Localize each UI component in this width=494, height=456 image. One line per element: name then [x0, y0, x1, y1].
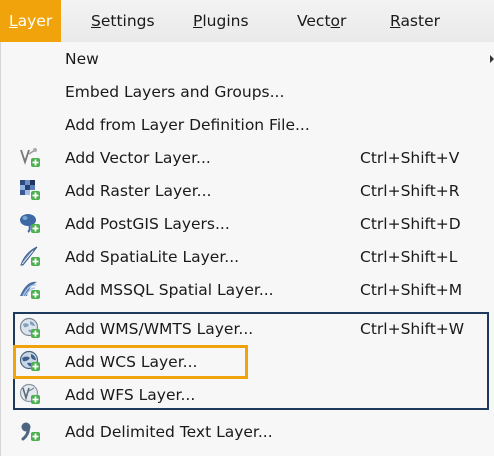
menu-item-label: Embed Layers and Groups... — [65, 83, 285, 101]
menu-vector[interactable]: Vector — [288, 0, 355, 42]
menu-item-label: Add PostGIS Layers... — [65, 215, 230, 233]
shortcut-label: Ctrl+Shift+R — [360, 182, 460, 200]
menu-settings[interactable]: Settings — [82, 0, 164, 42]
menu-item-label: Add SpatiaLite Layer... — [65, 248, 240, 266]
menu-item-add-mssql-layer[interactable]: Add MSSQL Spatial Layer... Ctrl+Shift+M — [0, 274, 494, 307]
shortcut-label: Ctrl+Shift+L — [360, 248, 458, 266]
menu-item-label: Add MSSQL Spatial Layer... — [65, 281, 274, 299]
menu-item-label: Add Raster Layer... — [65, 182, 212, 200]
wfs-icon — [19, 383, 41, 405]
delimited-text-icon — [19, 420, 41, 442]
menu-item-add-postgis-layers[interactable]: Add PostGIS Layers... Ctrl+Shift+D — [0, 208, 494, 241]
menu-bar: Layer Settings Plugins Vector Raster — [0, 0, 494, 43]
menu-item-embed-layers[interactable]: Embed Layers and Groups... — [0, 76, 494, 109]
menu-item-label: Add Vector Layer... — [65, 149, 211, 167]
menu-item-label: New — [65, 50, 99, 68]
menu-item-label: Add WFS Layer... — [65, 386, 196, 404]
menu-item-label: Add from Layer Definition File... — [65, 116, 310, 134]
menu-item-add-delimited-text-layer[interactable]: Add Delimited Text Layer... — [0, 416, 494, 449]
menu-item-add-wms-wmts-layer[interactable]: Add WMS/WMTS Layer... Ctrl+Shift+W — [0, 313, 494, 346]
shortcut-label: Ctrl+Shift+M — [360, 281, 463, 299]
menu-plugins[interactable]: Plugins — [184, 0, 258, 42]
raster-layer-icon — [19, 179, 41, 201]
shortcut-label: Ctrl+Shift+D — [360, 215, 461, 233]
menu-raster[interactable]: Raster — [381, 0, 449, 42]
menu-item-add-spatialite-layer[interactable]: Add SpatiaLite Layer... Ctrl+Shift+L — [0, 241, 494, 274]
spatialite-icon — [19, 245, 41, 267]
menu-item-label: Add Delimited Text Layer... — [65, 423, 273, 441]
vector-layer-icon — [19, 146, 41, 168]
menu-item-add-wcs-layer[interactable]: Add WCS Layer... — [0, 346, 494, 379]
menu-item-label: Add WMS/WMTS Layer... — [65, 320, 254, 338]
submenu-arrow-icon — [490, 55, 494, 63]
shortcut-label: Ctrl+Shift+W — [360, 320, 465, 338]
menu-item-label: Add WCS Layer... — [65, 353, 198, 371]
shortcut-label: Ctrl+Shift+V — [360, 149, 460, 167]
menu-item-add-vector-layer[interactable]: Add Vector Layer... Ctrl+Shift+V — [0, 142, 494, 175]
wms-icon — [19, 317, 41, 339]
menu-layer[interactable]: Layer — [0, 0, 62, 42]
menu-item-new[interactable]: New — [0, 43, 494, 76]
menu-item-add-from-layer-definition[interactable]: Add from Layer Definition File... — [0, 109, 494, 142]
menu-item-add-wfs-layer[interactable]: Add WFS Layer... — [0, 379, 494, 412]
postgis-icon — [19, 212, 41, 234]
wcs-icon — [19, 350, 41, 372]
menu-item-add-raster-layer[interactable]: Add Raster Layer... Ctrl+Shift+R — [0, 175, 494, 208]
mssql-icon — [19, 278, 41, 300]
